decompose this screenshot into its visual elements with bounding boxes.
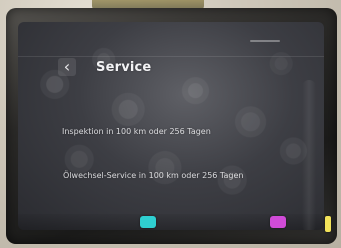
photo: ‹ Service Inspektion in 100 km oder 256 … xyxy=(0,0,341,248)
page-title: Service xyxy=(96,60,152,75)
yellow-button-edge xyxy=(325,216,331,232)
infotainment-screen: ‹ Service Inspektion in 100 km oder 256 … xyxy=(18,22,324,230)
service-item-inspection[interactable]: Inspektion in 100 km oder 256 Tagen xyxy=(62,127,211,137)
header-indicator xyxy=(250,40,280,42)
back-button[interactable]: ‹ xyxy=(58,58,76,76)
dock-app-icon-magenta[interactable] xyxy=(270,216,286,228)
screen-glare xyxy=(302,80,316,230)
service-item-oil-change[interactable]: Ölwechsel-Service in 100 km oder 256 Tag… xyxy=(63,171,243,181)
dock-app-icon-cyan[interactable] xyxy=(140,216,156,228)
chevron-left-icon: ‹ xyxy=(63,57,71,76)
